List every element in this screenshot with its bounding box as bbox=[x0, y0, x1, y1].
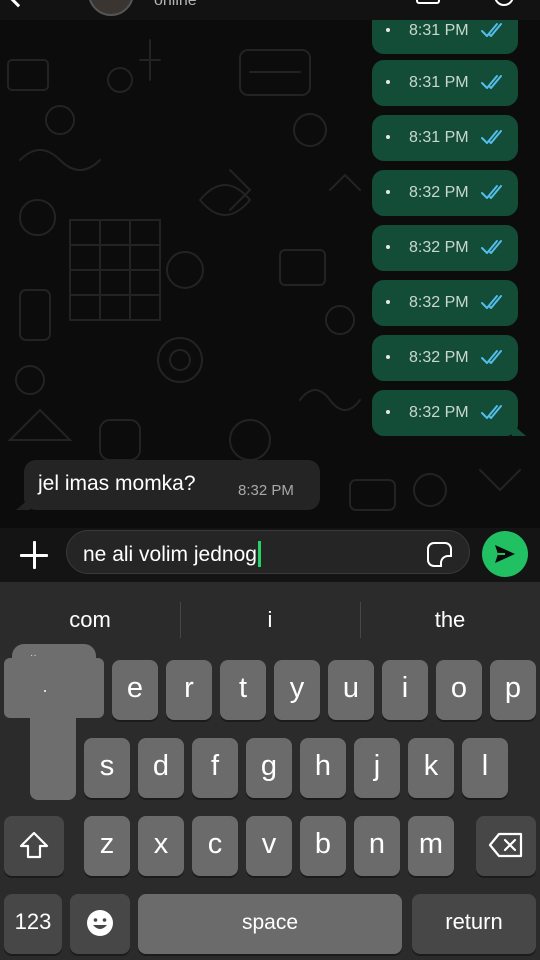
key-r[interactable]: r bbox=[166, 660, 212, 720]
message-time: 8:32 PM bbox=[409, 349, 469, 366]
message-text: jel imas momka? bbox=[38, 472, 196, 495]
backspace-key[interactable] bbox=[476, 816, 536, 876]
send-icon bbox=[495, 545, 515, 563]
incoming-message[interactable]: jel imas momka? 8:32 PM bbox=[16, 460, 320, 510]
emoji-key[interactable] bbox=[70, 894, 130, 954]
message-input-text: ne ali volim jednog bbox=[83, 543, 257, 566]
outgoing-message[interactable]: 8:32 PM bbox=[372, 170, 518, 216]
message-text bbox=[386, 135, 390, 139]
message-text bbox=[386, 190, 390, 194]
outgoing-message[interactable]: 8:32 PM bbox=[372, 280, 518, 326]
key-e[interactable]: e bbox=[112, 660, 158, 720]
double-check-icon bbox=[481, 350, 502, 364]
outgoing-message[interactable]: 8:31 PM bbox=[372, 60, 518, 106]
message-text bbox=[386, 300, 390, 304]
message-text bbox=[386, 80, 390, 84]
message-list[interactable]: 8:31 PM 8:31 PM 8:31 PM 8:32 PM 8:32 PM 8:32 … bbox=[0, 20, 540, 528]
message-time: 8:32 PM bbox=[409, 404, 469, 421]
key-g[interactable]: g bbox=[246, 738, 292, 798]
key-t[interactable]: t bbox=[220, 660, 266, 720]
message-time: 8:32 PM bbox=[409, 294, 469, 311]
key-x[interactable]: x bbox=[138, 816, 184, 876]
suggestion-1[interactable]: com bbox=[0, 602, 180, 638]
suggestion-2[interactable]: i bbox=[180, 602, 360, 638]
popup-mark: ·· bbox=[30, 650, 37, 661]
key-j[interactable]: j bbox=[354, 738, 400, 798]
outgoing-message[interactable]: 8:32 PM bbox=[372, 390, 526, 436]
outgoing-message[interactable]: 8:32 PM bbox=[372, 335, 518, 381]
contact-avatar[interactable] bbox=[88, 0, 134, 16]
key-n[interactable]: n bbox=[354, 816, 400, 876]
return-key[interactable]: return bbox=[412, 894, 536, 954]
send-button[interactable] bbox=[482, 531, 528, 577]
shift-icon bbox=[19, 831, 49, 859]
message-text bbox=[386, 245, 390, 249]
key-v[interactable]: v bbox=[246, 816, 292, 876]
emoji-icon bbox=[87, 910, 113, 936]
message-time: 8:32 PM bbox=[409, 239, 469, 256]
text-caret bbox=[257, 541, 261, 567]
message-composer: ne ali volim jednog bbox=[0, 528, 540, 582]
home-indicator-area bbox=[0, 954, 540, 960]
double-check-icon bbox=[481, 75, 502, 89]
double-check-icon bbox=[481, 130, 502, 144]
key-y[interactable]: y bbox=[274, 660, 320, 720]
plus-icon[interactable] bbox=[16, 536, 52, 572]
space-key[interactable]: space bbox=[138, 894, 402, 954]
key-f[interactable]: f bbox=[192, 738, 238, 798]
key-d[interactable]: d bbox=[138, 738, 184, 798]
message-text bbox=[386, 355, 390, 359]
double-check-icon bbox=[481, 23, 502, 37]
keyboard: com i the ertyuiopsdfghjklzxcvbnm ·· 123… bbox=[0, 582, 540, 960]
message-time: 8:32 PM bbox=[238, 482, 294, 499]
double-check-icon bbox=[481, 185, 502, 199]
key-h[interactable]: h bbox=[300, 738, 346, 798]
voice-call-icon[interactable] bbox=[494, 0, 514, 6]
message-input[interactable]: ne ali volim jednog bbox=[66, 530, 470, 574]
key-press-popup: ·· bbox=[4, 644, 104, 800]
suggestion-3[interactable]: the bbox=[360, 602, 540, 638]
key-p[interactable]: p bbox=[490, 660, 536, 720]
message-text bbox=[386, 28, 390, 32]
back-chevron-icon[interactable] bbox=[6, 0, 30, 8]
key-z[interactable]: z bbox=[84, 816, 130, 876]
message-time: 8:32 PM bbox=[409, 184, 469, 201]
message-time: 8:31 PM bbox=[409, 129, 469, 146]
outgoing-message[interactable]: 8:31 PM bbox=[372, 115, 518, 161]
key-o[interactable]: o bbox=[436, 660, 482, 720]
contact-status: online bbox=[154, 0, 197, 9]
double-check-icon bbox=[481, 240, 502, 254]
double-check-icon bbox=[481, 405, 502, 419]
message-time: 8:31 PM bbox=[409, 74, 469, 91]
video-call-icon[interactable] bbox=[416, 0, 440, 4]
shift-key[interactable] bbox=[4, 816, 64, 876]
outgoing-message[interactable]: 8:31 PM bbox=[372, 20, 518, 54]
key-l[interactable]: l bbox=[462, 738, 508, 798]
numbers-key[interactable]: 123 bbox=[4, 894, 62, 954]
message-text bbox=[386, 410, 390, 414]
sticker-icon[interactable] bbox=[427, 542, 452, 567]
key-u[interactable]: u bbox=[328, 660, 374, 720]
outgoing-message[interactable]: 8:32 PM bbox=[372, 225, 518, 271]
backspace-icon bbox=[488, 832, 523, 858]
double-check-icon bbox=[481, 295, 502, 309]
key-m[interactable]: m bbox=[408, 816, 454, 876]
message-time: 8:31 PM bbox=[409, 22, 469, 39]
key-i[interactable]: i bbox=[382, 660, 428, 720]
chat-header: online bbox=[0, 0, 540, 20]
key-b[interactable]: b bbox=[300, 816, 346, 876]
key-k[interactable]: k bbox=[408, 738, 454, 798]
key-c[interactable]: c bbox=[192, 816, 238, 876]
